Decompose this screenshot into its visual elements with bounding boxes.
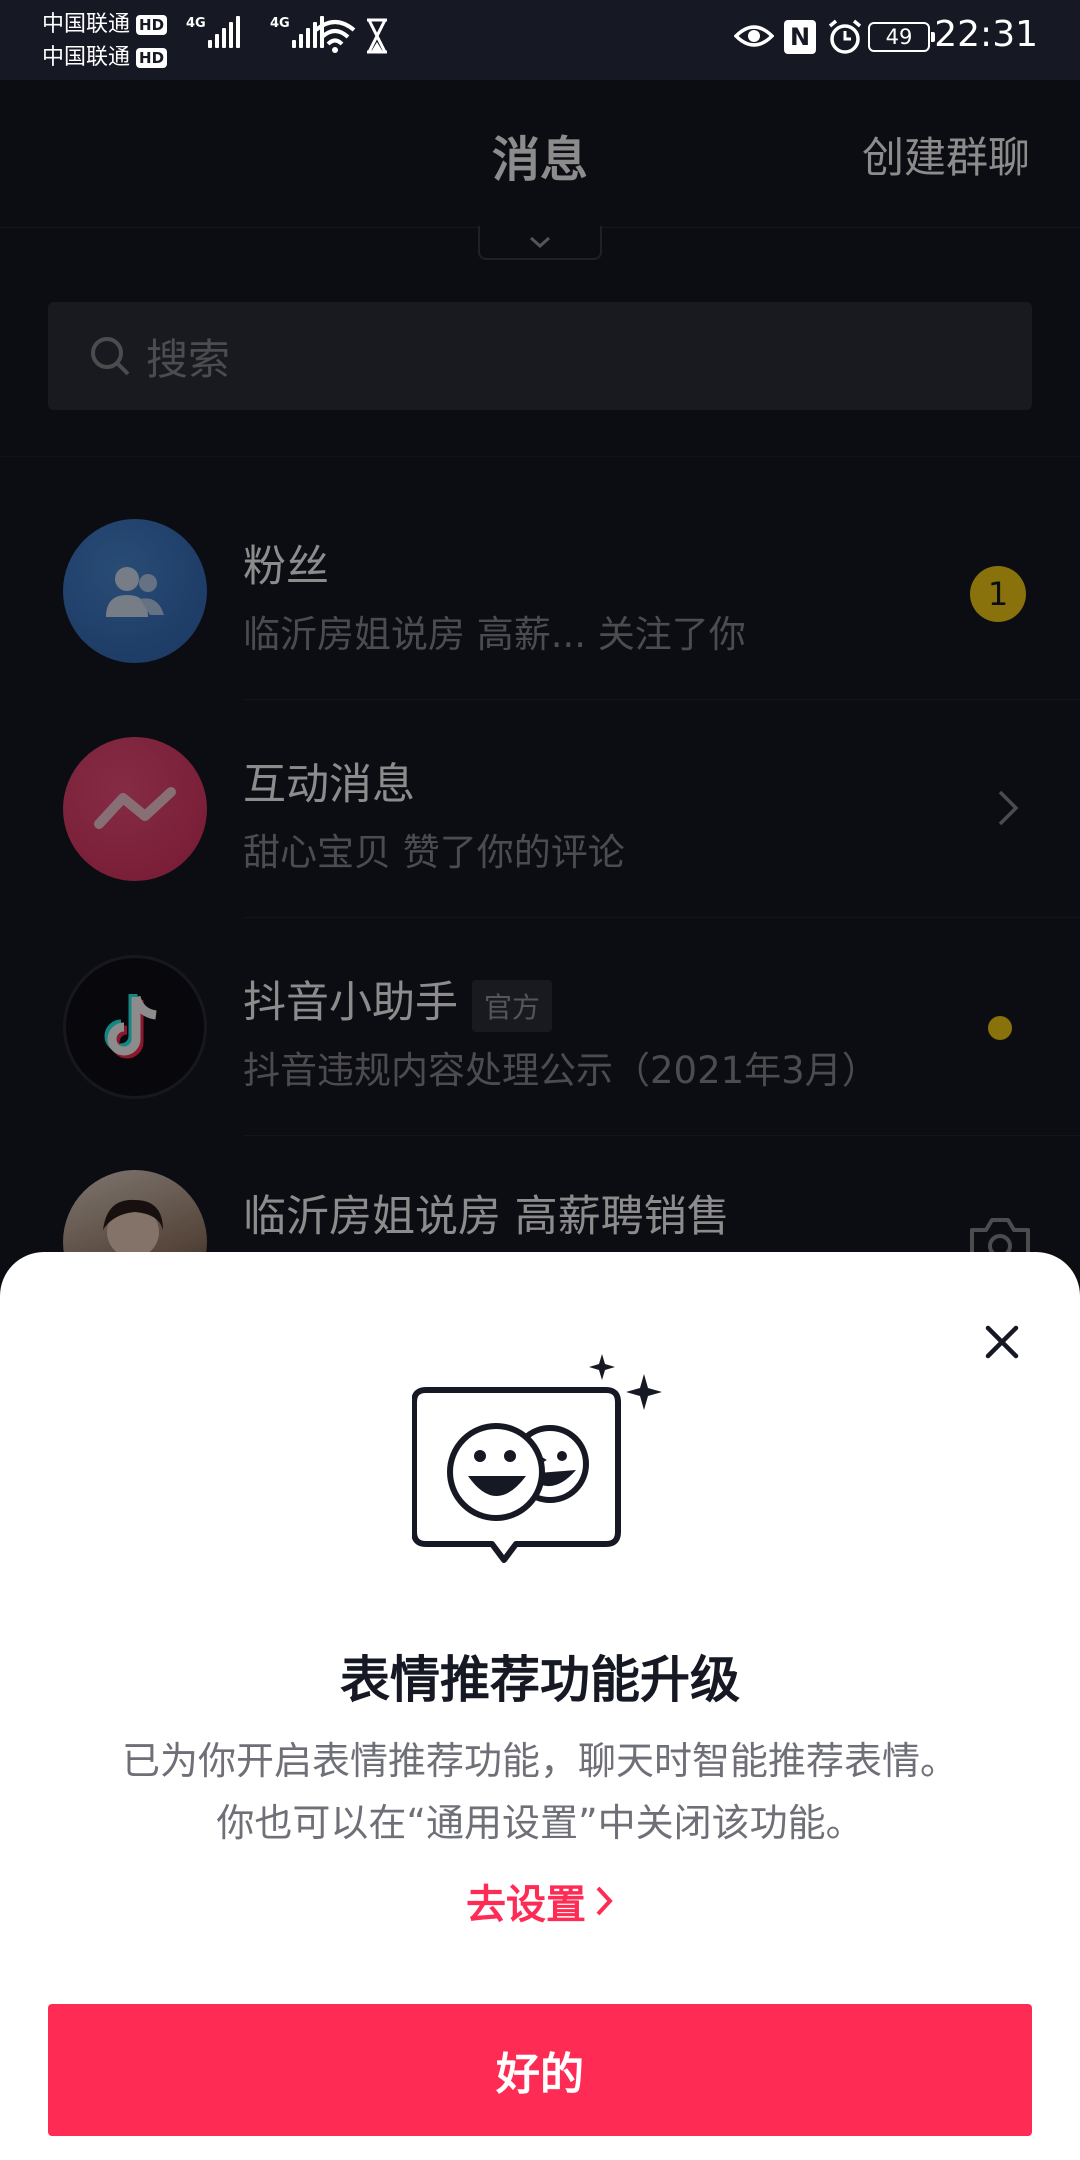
feature-upgrade-dialog: 表情推荐功能升级 已为你开启表情推荐功能，聊天时智能推荐表情。 你也可以在“通用… (0, 1252, 1080, 2160)
cell-signal-icon: 4G (186, 16, 243, 48)
settings-link-label: 去设置 (466, 1882, 586, 1928)
carrier-name: 中国联通 (42, 12, 131, 37)
go-to-settings-link[interactable]: 去设置 (0, 1872, 1080, 1930)
hourglass-icon (367, 18, 387, 54)
hd-badge: HD (136, 47, 168, 68)
wifi-icon (314, 20, 356, 53)
chevron-right-icon (596, 1886, 613, 1916)
sticker-faces-illustration (412, 1354, 662, 1563)
dialog-title: 表情推荐功能升级 (340, 1651, 740, 1709)
clock: 22:31 (934, 14, 1038, 55)
screen: 中国联通 HD 中国联通 HD 4G 4G N 49 22:31 消息 创建群聊… (0, 0, 1080, 2160)
status-bar: 中国联通 HD 中国联通 HD 4G 4G N 49 22:31 (0, 0, 1080, 80)
carrier-info: 中国联通 HD 中国联通 HD (42, 8, 168, 74)
network-type: 4G (186, 16, 206, 31)
network-type: 4G (270, 16, 290, 31)
alarm-icon (828, 19, 862, 54)
battery-level: 49 (885, 25, 913, 49)
description-line: 已为你开启表情推荐功能，聊天时智能推荐表情。 (121, 1739, 958, 1783)
carrier-line-2: 中国联通 HD (42, 41, 168, 74)
dialog-description: 已为你开启表情推荐功能，聊天时智能推荐表情。 你也可以在“通用设置”中关闭该功能… (0, 1730, 1080, 1854)
eye-icon (734, 25, 774, 47)
battery-icon: 49 (868, 22, 935, 52)
carrier-line-1: 中国联通 HD (42, 8, 168, 41)
nfc-icon: N (784, 20, 816, 54)
hd-badge: HD (136, 14, 168, 35)
carrier-name: 中国联通 (42, 45, 131, 70)
close-icon[interactable] (980, 1320, 1024, 1364)
ok-button[interactable]: 好的 (48, 2004, 1032, 2136)
description-line: 你也可以在“通用设置”中关闭该功能。 (216, 1801, 864, 1845)
